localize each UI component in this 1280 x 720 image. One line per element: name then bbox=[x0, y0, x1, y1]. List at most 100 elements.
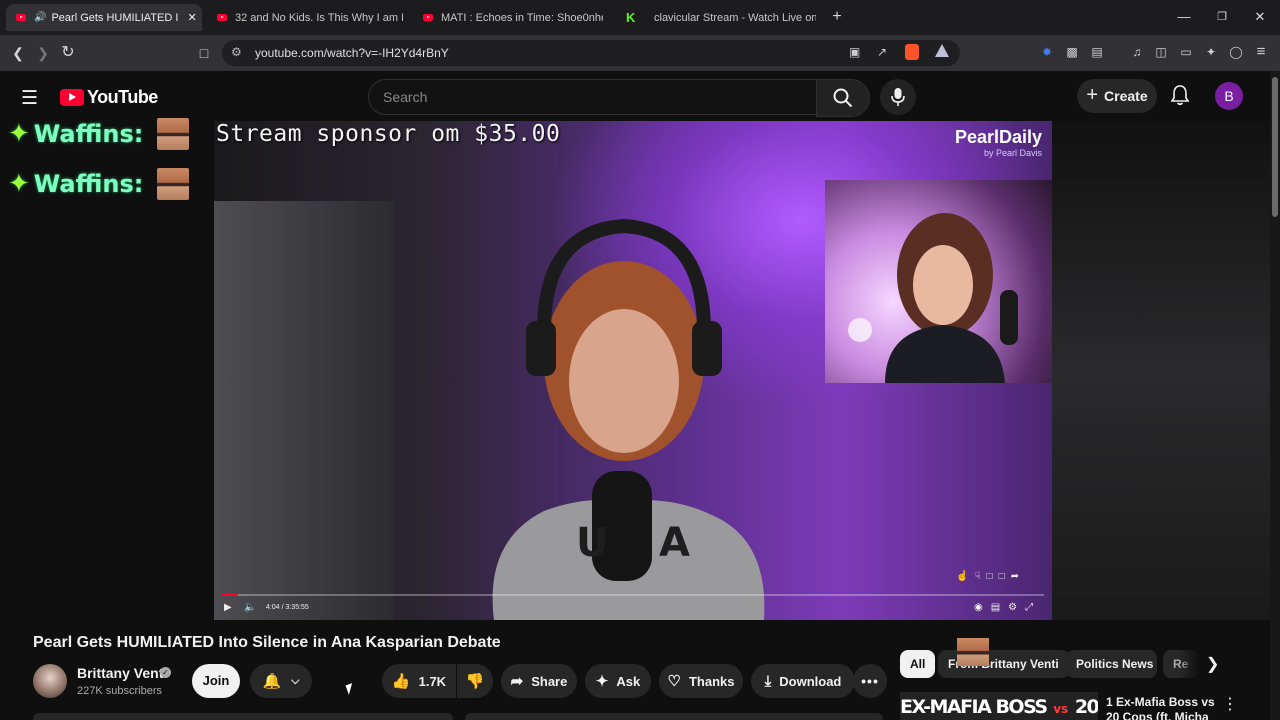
tab-title: clavicular Stream - Watch Live on Kick bbox=[654, 11, 816, 24]
menu-icon[interactable]: ≡ bbox=[1253, 44, 1269, 60]
video-title: Pearl Gets HUMILIATED Into Silence in An… bbox=[33, 634, 501, 651]
youtube-header: ☰ YouTube Search + Create B bbox=[0, 71, 1280, 121]
join-button[interactable]: Join bbox=[192, 664, 240, 698]
subscribed-notifications-button[interactable]: 🔔 ⌵ bbox=[250, 664, 312, 698]
ask-label: Ask bbox=[616, 673, 641, 689]
browser-tab-1[interactable]: 🔊 Pearl Gets HUMILIATED Into Silence ✕ bbox=[6, 4, 202, 31]
browser-tab-3[interactable]: MATI : Echoes in Time: Shoe0nhead bbox=[413, 4, 609, 31]
ask-button[interactable]: ✦ Ask bbox=[585, 664, 651, 698]
cast-icon[interactable]: ▣ bbox=[849, 45, 860, 59]
thanks-label: Thanks bbox=[688, 673, 735, 689]
pearldaily-logo-sub: by Pearl Davis bbox=[983, 148, 1042, 158]
more-vertical-icon[interactable]: ⋮ bbox=[1222, 694, 1238, 714]
verified-check-icon: ✓ bbox=[160, 667, 171, 678]
like-button[interactable]: 👍 1.7K bbox=[382, 664, 456, 698]
vpn-icon[interactable]: ◯ bbox=[1228, 44, 1244, 60]
page-scrollbar[interactable] bbox=[1270, 71, 1280, 720]
extensions-puzzle-icon[interactable]: ▩ bbox=[1064, 44, 1080, 60]
youtube-logo[interactable]: YouTube bbox=[60, 87, 158, 108]
thumb-text-left: EX-MAFIA BOSS bbox=[900, 696, 1048, 718]
bookmark-icon[interactable]: □ bbox=[193, 42, 215, 64]
pearldaily-logo-main: PearlDaily bbox=[954, 127, 1042, 147]
new-tab-button[interactable]: + bbox=[825, 6, 849, 28]
sidebar-icon[interactable]: ◫ bbox=[1153, 44, 1169, 60]
video-time: 4:04 / 3:35:55 bbox=[266, 604, 309, 611]
brave-rewards-icon[interactable] bbox=[935, 44, 949, 57]
recommendation-title[interactable]: 1 Ex-Mafia Boss vs 20 Cops (ft. Micha bbox=[1106, 695, 1216, 720]
play-icon[interactable]: ▶ bbox=[224, 602, 232, 613]
speaker-icon[interactable]: 🔊 bbox=[34, 12, 46, 23]
player-settings-icons[interactable]: ◉▤⚙⤢ bbox=[974, 602, 1041, 613]
youtube-favicon-icon bbox=[16, 14, 26, 21]
back-arrow-icon[interactable]: ❮ bbox=[7, 42, 29, 64]
brave-shield-icon[interactable] bbox=[905, 44, 919, 60]
guide-menu-icon[interactable]: ☰ bbox=[21, 87, 38, 110]
share-page-icon[interactable]: ↗ bbox=[877, 45, 887, 59]
picture-in-picture-webcam bbox=[825, 180, 1052, 383]
tab-title: Pearl Gets HUMILIATED Into Silence bbox=[51, 11, 179, 24]
chat-overlay-line: ✦ Waffins: bbox=[8, 118, 190, 150]
more-horizontal-icon: ••• bbox=[861, 673, 879, 689]
tab-title: 32 and No Kids. Is This Why I am Lon bbox=[235, 11, 403, 24]
close-tab-icon[interactable]: ✕ bbox=[187, 11, 196, 24]
microphone-icon bbox=[891, 88, 905, 106]
streamer-figure: U A bbox=[492, 218, 765, 620]
video-player[interactable]: U A Stream sponsor om $35.00 PearlDaily … bbox=[214, 121, 1052, 620]
forward-arrow-icon[interactable]: ❯ bbox=[32, 42, 54, 64]
channel-name[interactable]: Brittany Venti bbox=[77, 665, 167, 681]
mouse-cursor bbox=[345, 683, 356, 695]
media-icon[interactable]: ♫ bbox=[1129, 44, 1145, 60]
youtube-favicon-icon bbox=[423, 14, 433, 21]
search-input[interactable]: Search bbox=[368, 79, 818, 115]
youtube-wordmark: YouTube bbox=[87, 87, 158, 107]
browser-tab-4[interactable]: K clavicular Stream - Watch Live on Kick bbox=[620, 4, 816, 31]
sponsor-overlay-text: Stream sponsor om $35.00 bbox=[216, 121, 561, 147]
window-close-icon[interactable]: ✕ bbox=[1248, 6, 1272, 28]
create-button[interactable]: + Create bbox=[1077, 79, 1157, 113]
thumb-text-right: 20 COPS bbox=[1074, 696, 1098, 718]
sparkle-icon: ✦ bbox=[8, 119, 30, 149]
site-info-icon[interactable]: ⚙ bbox=[231, 45, 242, 59]
share-button[interactable]: ➦ Share bbox=[501, 664, 577, 698]
restore-icon[interactable]: ❐ bbox=[1210, 6, 1234, 28]
emote-face-icon bbox=[157, 118, 190, 150]
search-placeholder: Search bbox=[383, 89, 428, 105]
channel-avatar[interactable] bbox=[33, 664, 67, 698]
like-count: 1.7K bbox=[418, 673, 447, 689]
kick-favicon-icon: K bbox=[626, 10, 636, 25]
leo-ai-icon[interactable]: ✦ bbox=[1203, 44, 1219, 60]
video-progress-bar[interactable] bbox=[222, 594, 1044, 596]
thanks-heart-icon: ♡ bbox=[667, 673, 681, 690]
recommendation-thumbnail[interactable]: EX-MAFIA BOSS vs 20 COPS bbox=[900, 692, 1098, 720]
extension-icon[interactable]: ✸ bbox=[1039, 44, 1055, 60]
theater-background bbox=[1052, 121, 1270, 620]
download-button[interactable]: ⤓ Download bbox=[751, 664, 855, 698]
notifications-bell-icon[interactable] bbox=[1170, 84, 1190, 111]
voice-search-button[interactable] bbox=[880, 79, 916, 115]
thanks-button[interactable]: ♡ Thanks bbox=[659, 664, 743, 698]
more-actions-button[interactable]: ••• bbox=[853, 664, 887, 698]
account-avatar[interactable]: B bbox=[1215, 82, 1243, 110]
scrollbar-thumb[interactable] bbox=[1272, 77, 1278, 217]
minimize-icon[interactable]: — bbox=[1172, 6, 1196, 28]
browser-tab-2[interactable]: 32 and No Kids. Is This Why I am Lon bbox=[207, 4, 407, 31]
emote-face-icon bbox=[957, 638, 989, 666]
reload-icon[interactable]: ↻ bbox=[57, 42, 79, 64]
volume-icon[interactable]: 🔈 bbox=[244, 602, 256, 613]
chip-all[interactable]: All bbox=[900, 650, 936, 678]
search-button[interactable] bbox=[816, 79, 870, 117]
address-bar[interactable]: ⚙ youtube.com/watch?v=-IH2Yd4rBnY ▣ ↗ bbox=[222, 40, 960, 66]
sparkle-icon: ✦ bbox=[8, 169, 30, 199]
chip-politics-news[interactable]: Politics News bbox=[1066, 650, 1157, 678]
screenshot-icon[interactable]: ▤ bbox=[1089, 44, 1105, 60]
video-progress-fill bbox=[222, 594, 239, 596]
bell-icon: 🔔 bbox=[262, 673, 282, 690]
chevron-right-icon[interactable]: ❯ bbox=[1206, 654, 1219, 674]
thumbs-down-icon: 👎 bbox=[465, 673, 485, 690]
description-box-top bbox=[33, 713, 883, 720]
share-label: Share bbox=[531, 673, 568, 689]
wallet-icon[interactable]: ▭ bbox=[1178, 44, 1194, 60]
tab-title: MATI : Echoes in Time: Shoe0nhead bbox=[441, 11, 603, 24]
dislike-button[interactable]: 👎 bbox=[457, 664, 493, 698]
youtube-play-logo-icon bbox=[60, 89, 84, 106]
